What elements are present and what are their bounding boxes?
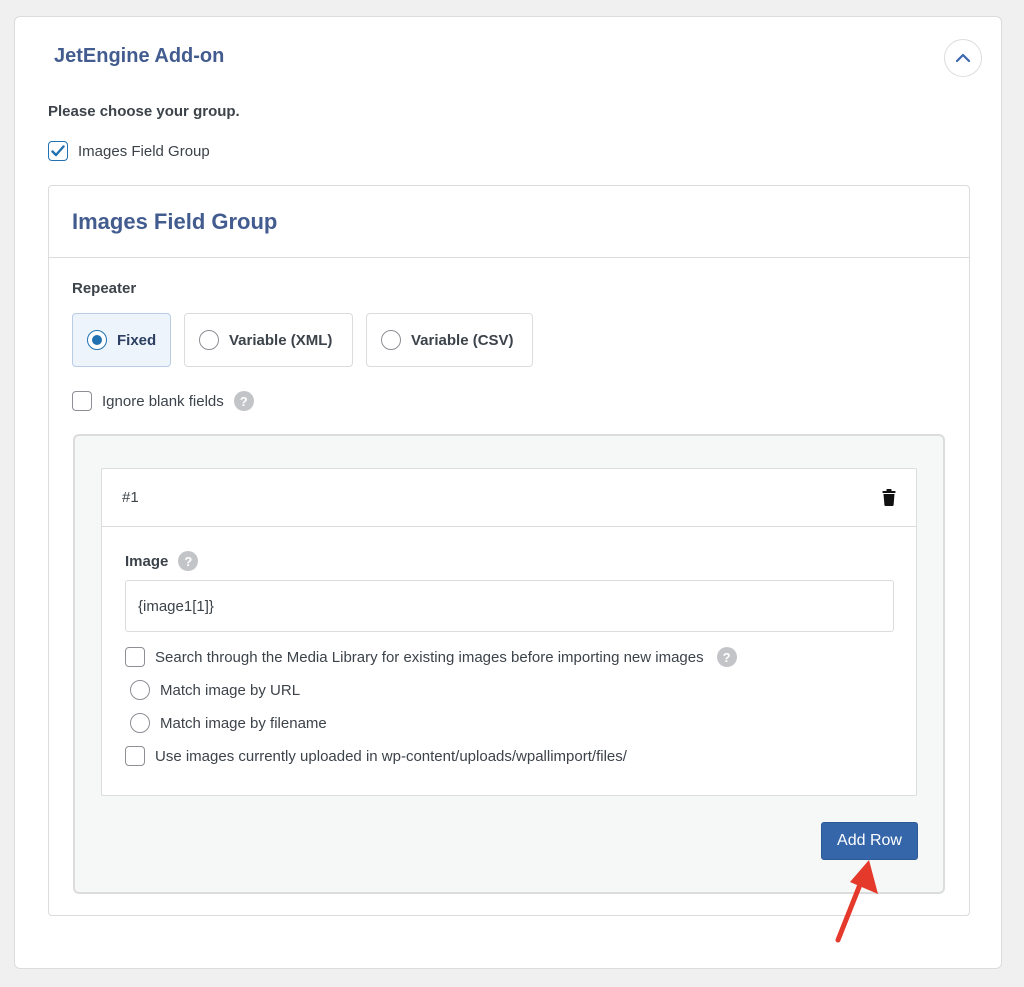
mode-fixed[interactable]: Fixed [72,313,171,367]
use-uploaded-images-checkbox[interactable] [125,746,145,766]
mode-variable-csv-label: Variable (CSV) [411,332,514,349]
choose-group-label: Please choose your group. [48,103,240,120]
ignore-blank-fields-row[interactable]: Ignore blank fields ? [72,391,254,411]
jetengine-addon-panel: JetEngine Add-on Please choose your grou… [14,16,1002,969]
delete-row-button[interactable] [880,488,898,508]
image-field-input[interactable] [125,580,894,632]
mode-variable-xml-label: Variable (XML) [229,332,332,349]
match-by-url-radio[interactable] [130,680,150,700]
group-header: Images Field Group [49,186,969,258]
collapse-button[interactable] [944,39,982,77]
image-field-label: Image [125,553,168,570]
mode-variable-csv[interactable]: Variable (CSV) [366,313,533,367]
mode-fixed-label: Fixed [117,332,156,349]
row-header: #1 [102,469,916,527]
repeater-container: #1 Image ? Search [73,434,945,894]
match-by-url-label: Match image by URL [160,682,300,699]
repeater-mode-group: Fixed Variable (XML) Variable (CSV) [72,313,533,367]
mode-fixed-radio[interactable] [87,330,107,350]
match-by-url-row[interactable]: Match image by URL [130,680,300,700]
group-option-images[interactable]: Images Field Group [48,141,210,161]
search-media-library-row[interactable]: Search through the Media Library for exi… [125,647,737,667]
mode-variable-csv-radio[interactable] [381,330,401,350]
chevron-up-icon [955,53,971,63]
use-uploaded-images-label: Use images currently uploaded in wp-cont… [155,748,627,765]
images-field-group-panel: Images Field Group Repeater Fixed Variab… [48,185,970,916]
repeater-label: Repeater [72,280,136,297]
match-by-filename-radio[interactable] [130,713,150,733]
images-field-group-checkbox[interactable] [48,141,68,161]
match-by-filename-label: Match image by filename [160,715,327,732]
help-icon[interactable]: ? [178,551,198,571]
panel-title: JetEngine Add-on [54,45,224,68]
mode-variable-xml[interactable]: Variable (XML) [184,313,353,367]
ignore-blank-fields-label: Ignore blank fields [102,393,224,410]
row-number: #1 [122,489,139,506]
use-uploaded-images-row[interactable]: Use images currently uploaded in wp-cont… [125,746,627,766]
repeater-row: #1 Image ? Search [101,468,917,796]
checkmark-icon [51,145,65,157]
image-field-label-row: Image ? [125,551,198,571]
group-title: Images Field Group [72,209,277,235]
mode-variable-xml-radio[interactable] [199,330,219,350]
ignore-blank-fields-checkbox[interactable] [72,391,92,411]
help-icon[interactable]: ? [234,391,254,411]
trash-icon [882,489,896,506]
red-arrow-annotation-icon [820,850,890,950]
search-media-library-checkbox[interactable] [125,647,145,667]
help-icon[interactable]: ? [717,647,737,667]
match-by-filename-row[interactable]: Match image by filename [130,713,327,733]
search-media-library-label: Search through the Media Library for exi… [155,649,704,666]
images-field-group-label: Images Field Group [78,143,210,160]
